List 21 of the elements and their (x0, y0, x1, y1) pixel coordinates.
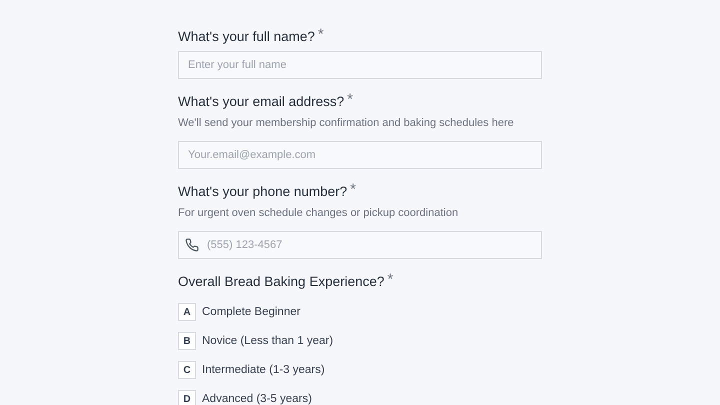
question-title: Overall Bread Baking Experience? (178, 273, 384, 291)
question-title: What's your full name? (178, 28, 315, 46)
option-label[interactable]: Novice (Less than 1 year) (202, 335, 334, 347)
option-key[interactable]: C (178, 361, 196, 379)
required-mark: * (387, 273, 394, 287)
question-title: What's your phone number? (178, 183, 348, 201)
question-title: What's your email address? (178, 93, 344, 111)
required-mark: * (318, 28, 324, 42)
input-field[interactable]: Enter your full name (178, 51, 542, 79)
option-key[interactable]: A (178, 303, 196, 321)
option-label[interactable]: Intermediate (1-3 years) (202, 364, 325, 376)
phone-field[interactable]: (555) 123-4567 (178, 231, 542, 259)
input-field[interactable]: Your.email@example.com (178, 141, 542, 169)
required-mark: * (347, 93, 353, 107)
question-description: For urgent oven schedule changes or pickup coordination (178, 207, 460, 219)
option-key[interactable]: D (178, 390, 196, 405)
option-label[interactable]: Advanced (3-5 years) (202, 393, 312, 405)
required-mark: * (350, 183, 356, 197)
option-key[interactable]: B (178, 332, 196, 350)
option-label[interactable]: Complete Beginner (202, 306, 300, 318)
question-description: We'll send your membership confirmation and baking schedules here (178, 117, 515, 129)
